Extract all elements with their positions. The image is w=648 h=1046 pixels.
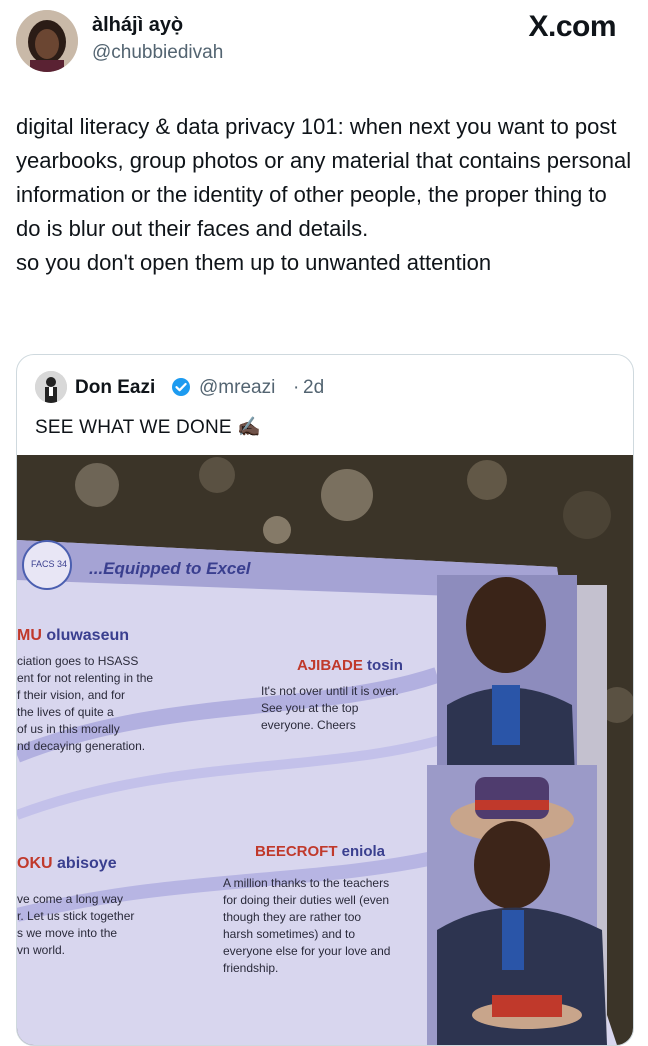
entry-line: ciation goes to HSASS (17, 654, 139, 668)
entry-body: ciation goes to HSASS ent for not relent… (17, 653, 153, 755)
author-display-name[interactable]: àlhájì ayọ̀ (92, 14, 183, 37)
entry-line: It's not over until it is over. (261, 684, 399, 698)
quoted-timestamp[interactable]: 2d (303, 377, 324, 399)
entry-line: everyone else for your love and (223, 944, 391, 958)
entry-name: oluwaseun (46, 627, 130, 644)
entry-line: nd decaying generation. (17, 739, 146, 753)
tweet-paragraph: so you don't open them up to unwanted at… (16, 250, 492, 275)
entry-body: A million thanks to the teachers for doi… (223, 875, 390, 977)
quoted-handle[interactable]: @mreazi (199, 377, 275, 399)
entry-body: It's not over until it is over. See you … (261, 683, 399, 734)
entry-heading: MU oluwaseun (17, 627, 129, 645)
tweet-paragraph: digital literacy & data privacy 101: whe… (16, 114, 632, 241)
tweet-body: digital literacy & data privacy 101: whe… (16, 110, 636, 280)
yearbook-logo-text: FACS 34 (31, 559, 68, 569)
entry-line: friendship. (223, 961, 279, 975)
quoted-text: SEE WHAT WE DONE ✍🏿 (35, 417, 262, 438)
entry-name: tosin (367, 657, 403, 674)
entry-surname: BEECROFT (255, 843, 338, 860)
entry-surname: OKU (17, 855, 53, 872)
entry-surname: AJIBADE (297, 657, 363, 674)
entry-surname: MU (17, 627, 42, 644)
yearbook-banner: ...Equipped to Excel (89, 559, 251, 578)
entry-line: for doing their duties well (even (223, 893, 390, 907)
entry-body: ve come a long way r. Let us stick toget… (17, 891, 134, 959)
yearbook-photo[interactable]: FACS 34 ...Equipped to Excel MU oluwaseu… (17, 455, 633, 1045)
entry-line: vn world. (17, 943, 66, 957)
author-handle[interactable]: @chubbiedivah (92, 42, 223, 64)
entry-heading: AJIBADE tosin (297, 657, 403, 674)
quoted-author-avatar[interactable] (35, 371, 67, 403)
quoted-tweet-card[interactable]: Don Eazi @mreazi · 2d SEE WHAT WE DONE ✍… (16, 354, 634, 1046)
entry-name: abisoye (57, 855, 117, 872)
entry-line: everyone. Cheers (261, 718, 356, 732)
entry-heading: BEECROFT eniola (255, 843, 385, 860)
entry-line: of us in this morally (17, 722, 120, 736)
author-avatar[interactable] (16, 10, 78, 72)
entry-line: though they are rather too (223, 910, 362, 924)
entry-line: ve come a long way (17, 892, 124, 906)
entry-line: f their vision, and for (17, 688, 126, 702)
x-logo: X.com (528, 10, 616, 43)
entry-line: the lives of quite a (17, 705, 114, 719)
entry-line: A million thanks to the teachers (223, 876, 390, 890)
entry-heading: OKU abisoye (17, 855, 117, 873)
separator-dot: · (293, 377, 300, 398)
entry-line: See you at the top (261, 701, 359, 715)
quoted-display-name[interactable]: Don Eazi (75, 377, 155, 399)
entry-line: s we move into the (17, 926, 118, 940)
entry-name: eniola (341, 843, 386, 860)
tweet-header: àlhájì ayọ̀ @chubbiedivah X.com (0, 0, 648, 90)
entry-line: harsh sometimes) and to (223, 927, 356, 941)
entry-line: r. Let us stick together (17, 909, 135, 923)
entry-line: ent for not relenting in the (17, 671, 154, 685)
verified-badge-icon (171, 377, 191, 397)
